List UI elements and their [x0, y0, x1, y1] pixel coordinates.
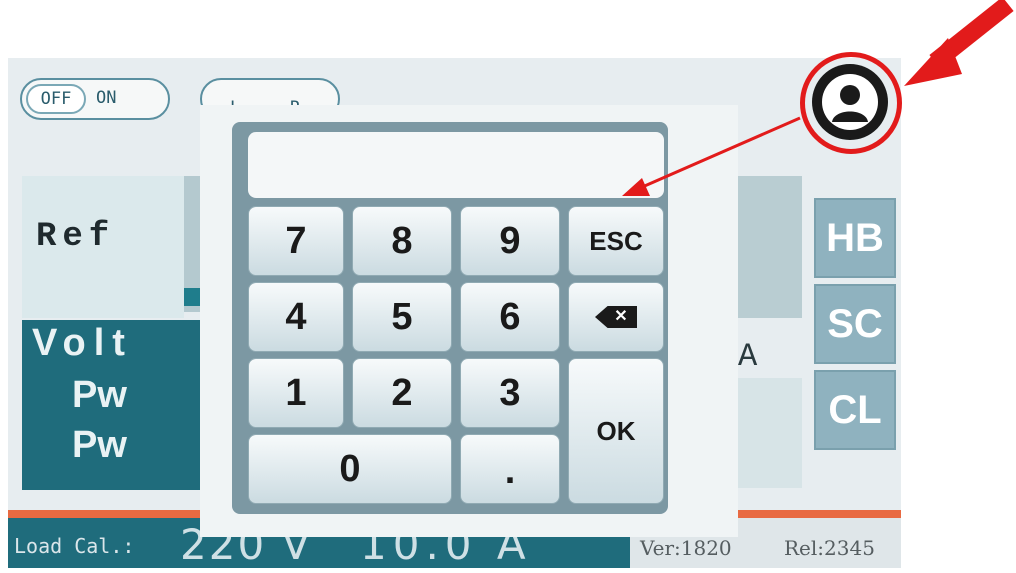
annotation-arrow-small [622, 116, 801, 196]
annotation-arrow-large [904, 0, 1014, 86]
annotation-arrows [622, 0, 1014, 196]
